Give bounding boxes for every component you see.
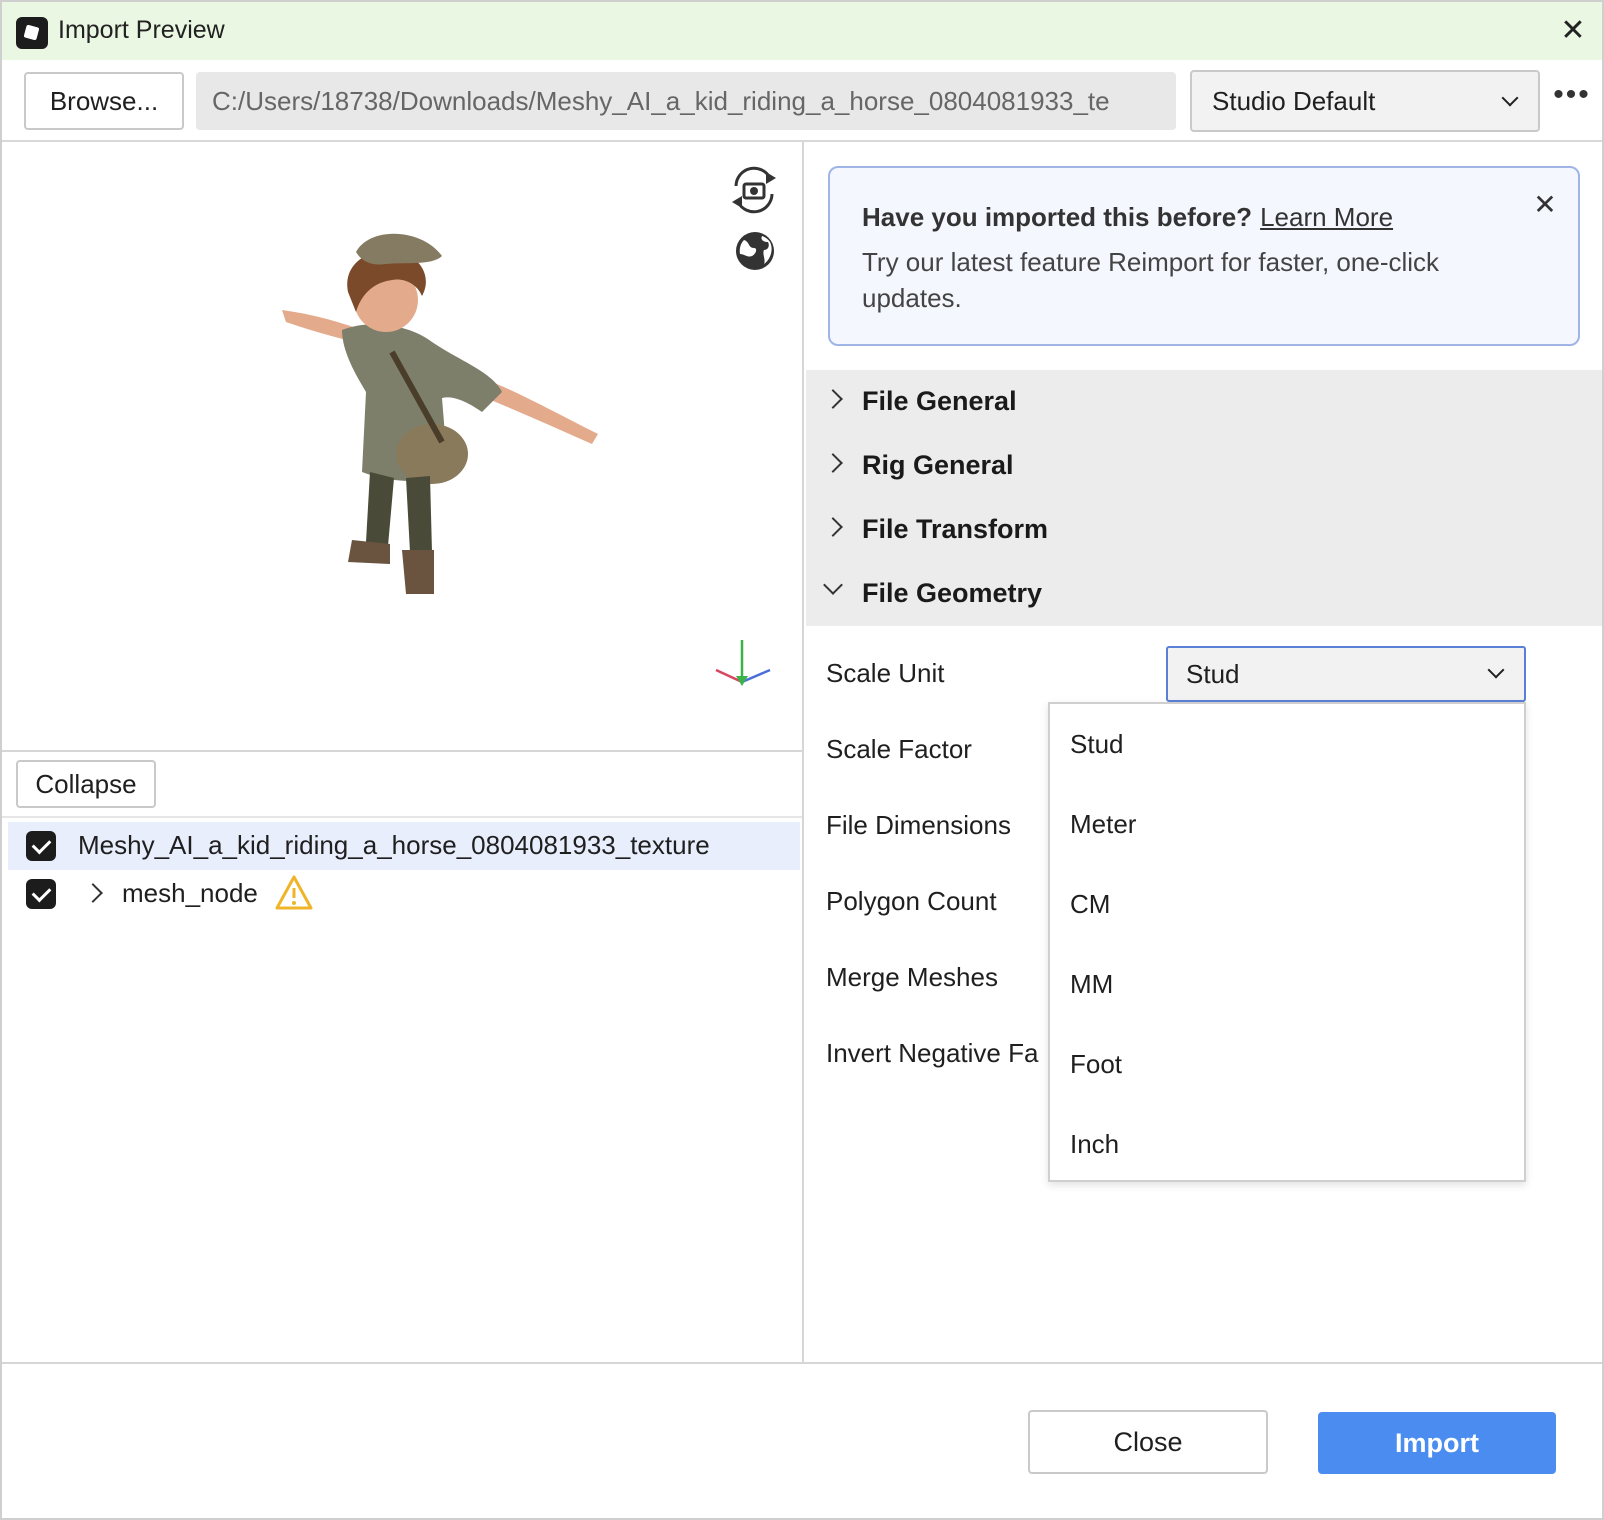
section-label: File General bbox=[862, 386, 1017, 416]
prop-scale-factor: Scale Factor bbox=[826, 734, 972, 764]
section-rig-general[interactable]: Rig General bbox=[806, 434, 1602, 498]
close-icon[interactable]: ✕ bbox=[1558, 16, 1588, 46]
section-label: File Transform bbox=[862, 514, 1049, 544]
tree-row[interactable]: mesh_node bbox=[8, 870, 800, 918]
prop-merge-meshes: Merge Meshes bbox=[826, 962, 998, 992]
axes-gizmo-icon bbox=[715, 640, 771, 686]
option-inch[interactable]: Inch bbox=[1050, 1104, 1524, 1184]
scale-unit-dropdown: Stud Meter CM MM Foot Inch bbox=[1048, 702, 1526, 1182]
reimport-banner: Have you imported this before? Learn More… bbox=[828, 166, 1580, 346]
section-file-transform[interactable]: File Transform bbox=[806, 498, 1602, 562]
section-label: File Geometry bbox=[862, 578, 1043, 608]
chevron-down-icon bbox=[1501, 89, 1519, 107]
settings-panel: Have you imported this before? Learn More… bbox=[806, 142, 1602, 1362]
banner-title: Have you imported this before? Learn More bbox=[862, 202, 1393, 233]
tree-item-label: Meshy_AI_a_kid_riding_a_horse_0804081933… bbox=[78, 830, 710, 860]
warning-icon[interactable] bbox=[274, 874, 314, 912]
chevron-down-icon bbox=[1487, 661, 1505, 679]
toolbar: Browse... C:/Users/18738/Downloads/Meshy… bbox=[2, 60, 1602, 142]
prop-polygon-count: Polygon Count bbox=[826, 886, 997, 916]
chevron-right-icon bbox=[823, 517, 843, 537]
dialog-footer: Close Import bbox=[2, 1362, 1602, 1518]
mesh-node-checkbox[interactable] bbox=[26, 879, 56, 909]
camera-rotate-icon[interactable] bbox=[728, 166, 780, 214]
preset-select[interactable]: Studio Default bbox=[1190, 70, 1540, 132]
section-label: Rig General bbox=[862, 450, 1014, 480]
prop-file-dimensions: File Dimensions bbox=[826, 810, 1011, 840]
roblox-logo-icon bbox=[16, 17, 48, 49]
option-meter[interactable]: Meter bbox=[1050, 784, 1524, 864]
close-icon[interactable]: ✕ bbox=[1530, 190, 1560, 220]
more-horizontal-icon[interactable]: ••• bbox=[1552, 80, 1592, 120]
close-button[interactable]: Close bbox=[1028, 1410, 1268, 1474]
option-mm[interactable]: MM bbox=[1050, 944, 1524, 1024]
scale-unit-value: Stud bbox=[1186, 659, 1240, 689]
model-viewport[interactable] bbox=[2, 142, 804, 752]
divider bbox=[2, 816, 802, 818]
import-preview-window: Import Preview ✕ Browse... C:/Users/1873… bbox=[0, 0, 1604, 1520]
chevron-right-icon bbox=[823, 453, 843, 473]
banner-title-text: Have you imported this before? bbox=[862, 202, 1253, 232]
scale-unit-select[interactable]: Stud bbox=[1166, 646, 1526, 702]
prop-invert-negative-faces: Invert Negative Fa bbox=[826, 1038, 1039, 1068]
import-button[interactable]: Import bbox=[1318, 1412, 1556, 1474]
learn-more-link[interactable]: Learn More bbox=[1260, 202, 1393, 232]
file-path-field[interactable]: C:/Users/18738/Downloads/Meshy_AI_a_kid_… bbox=[196, 72, 1176, 130]
preset-select-value: Studio Default bbox=[1212, 86, 1376, 116]
prop-scale-unit: Scale Unit bbox=[826, 658, 945, 688]
tree-row[interactable]: Meshy_AI_a_kid_riding_a_horse_0804081933… bbox=[8, 822, 800, 870]
hierarchy-panel: Collapse Meshy_AI_a_kid_riding_a_horse_0… bbox=[2, 752, 804, 1362]
character-model[interactable] bbox=[282, 222, 622, 622]
banner-text: Try our latest feature Reimport for fast… bbox=[862, 247, 1440, 313]
title-bar: Import Preview ✕ bbox=[2, 2, 1602, 60]
option-cm[interactable]: CM bbox=[1050, 864, 1524, 944]
chevron-right-icon[interactable] bbox=[83, 883, 103, 903]
root-checkbox[interactable] bbox=[26, 831, 56, 861]
settings-sections: File General Rig General File Transform … bbox=[806, 370, 1602, 626]
option-stud[interactable]: Stud bbox=[1050, 704, 1524, 784]
globe-icon[interactable] bbox=[734, 230, 776, 272]
chevron-right-icon bbox=[823, 389, 843, 409]
tree-item-label: mesh_node bbox=[122, 878, 258, 908]
chevron-down-icon bbox=[823, 575, 843, 595]
window-title: Import Preview bbox=[58, 16, 225, 44]
section-file-geometry[interactable]: File Geometry bbox=[806, 562, 1602, 626]
option-foot[interactable]: Foot bbox=[1050, 1024, 1524, 1104]
browse-button[interactable]: Browse... bbox=[24, 72, 184, 130]
collapse-button[interactable]: Collapse bbox=[16, 760, 156, 808]
section-file-general[interactable]: File General bbox=[806, 370, 1602, 434]
